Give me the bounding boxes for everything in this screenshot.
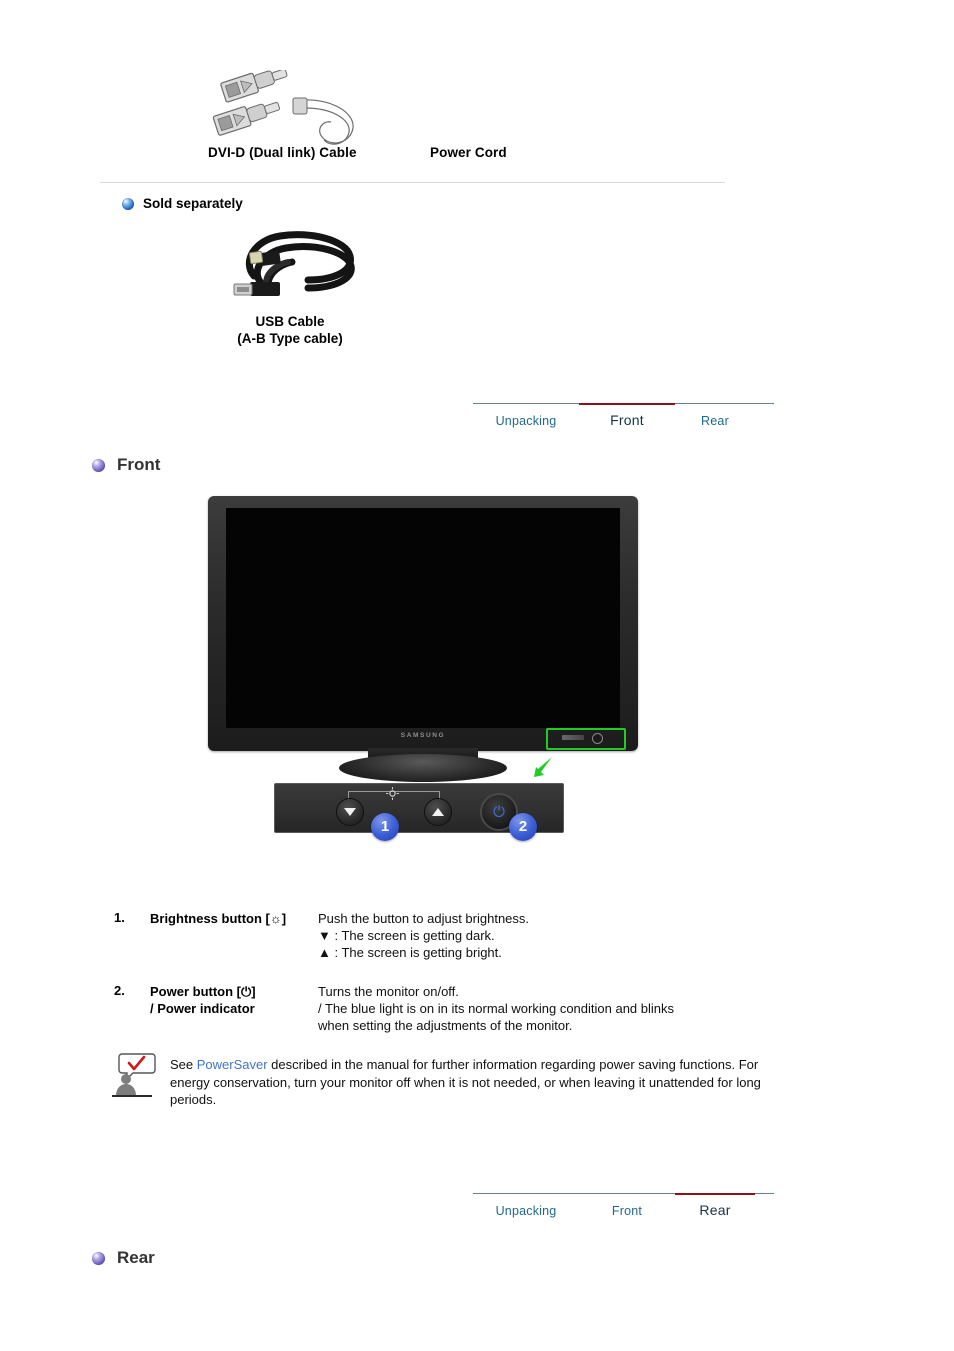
- tab-navigation-rear[interactable]: Unpacking Front Rear: [473, 1193, 774, 1231]
- definition-line: ▼ : The screen is getting dark.: [318, 928, 495, 943]
- monitor-screen: [226, 508, 620, 728]
- manual-page: DVI-D (Dual link) Cable Power Cord Sold …: [0, 0, 954, 1351]
- item-term-line1: Power button [⏻]: [150, 984, 256, 999]
- blue-sphere-bullet-icon: [122, 197, 134, 210]
- tab-active-bar: [473, 1193, 579, 1195]
- green-arrow-icon: [534, 757, 552, 777]
- note-person-checkmark-icon: [112, 1053, 156, 1097]
- item-definition: Push the button to adjust brightness. ▼ …: [318, 910, 794, 961]
- item-term-line2: / Power indicator: [150, 1001, 255, 1016]
- control-keys-icon: [562, 735, 584, 740]
- green-highlight-box-icon: [546, 728, 626, 750]
- usb-cable-icon: [233, 231, 355, 296]
- usb-cable-caption-line2: (A-B Type cable): [237, 330, 343, 346]
- item-number: 1.: [114, 910, 125, 925]
- callout-badge-2: 2: [509, 813, 537, 841]
- tab-front[interactable]: Front: [579, 1193, 675, 1231]
- monitor-bezel: SAMSUNG: [208, 496, 638, 751]
- note-text: See PowerSaver described in the manual f…: [170, 1052, 772, 1109]
- sold-separately-label: Sold separately: [143, 196, 243, 211]
- tab-rear-label: Rear: [699, 1202, 731, 1218]
- tab-rear[interactable]: Rear: [675, 403, 755, 441]
- front-section-heading: Front: [92, 455, 160, 475]
- description-item-power: 2. Power button [⏻] / Power indicator Tu…: [114, 983, 794, 1034]
- tab-navigation-front[interactable]: Unpacking Front Rear: [473, 403, 774, 441]
- purple-sphere-bullet-icon: [92, 1251, 105, 1265]
- tab-overflow[interactable]: [755, 1193, 774, 1231]
- front-controls-description: 1. Brightness button [☼] Push the button…: [114, 910, 794, 1048]
- tab-active-bar: [579, 1193, 675, 1195]
- tab-rear-label: Rear: [701, 414, 729, 428]
- definition-line: Push the button to adjust brightness.: [318, 911, 530, 926]
- section-divider: [100, 182, 725, 183]
- triangle-up-icon: [432, 808, 444, 816]
- item-term: Power button [⏻] / Power indicator: [150, 983, 318, 1034]
- tab-active-bar: [675, 403, 755, 405]
- accessory-captions: DVI-D (Dual link) Cable Power Cord: [100, 145, 730, 165]
- power-symbol-icon: ⏻: [493, 803, 505, 821]
- sold-separately-heading: Sold separately: [122, 196, 243, 211]
- rear-section-heading: Rear: [92, 1248, 155, 1268]
- tab-rear[interactable]: Rear: [675, 1193, 755, 1231]
- definition-line: Turns the monitor on/off.: [318, 984, 459, 999]
- tab-unpacking-label: Unpacking: [495, 1204, 557, 1218]
- definition-line: / The blue light is on in its normal wor…: [318, 1001, 675, 1016]
- item-term: Brightness button [☼]: [150, 911, 287, 926]
- rear-heading-label: Rear: [117, 1248, 155, 1267]
- usb-cable-caption-line1: USB Cable: [255, 314, 325, 329]
- dvi-cable-icon: [212, 70, 354, 145]
- brightness-sun-icon: [386, 787, 399, 800]
- monitor-front-illustration: SAMSUNG: [208, 496, 640, 786]
- brightness-up-button[interactable]: [425, 799, 451, 825]
- tab-active-bar: [473, 403, 579, 405]
- dvi-cable-label: DVI-D (Dual link) Cable: [208, 145, 357, 160]
- tab-unpacking[interactable]: Unpacking: [473, 1193, 579, 1231]
- front-heading-label: Front: [117, 455, 161, 474]
- triangle-down-icon: [344, 808, 356, 816]
- powersaver-note: See PowerSaver described in the manual f…: [112, 1052, 772, 1109]
- brightness-down-button[interactable]: [337, 799, 363, 825]
- tab-unpacking[interactable]: Unpacking: [473, 403, 579, 441]
- callout-badge-1: 1: [371, 813, 399, 841]
- tab-active-bar: [755, 1193, 774, 1195]
- tab-front[interactable]: Front: [579, 403, 675, 441]
- note-text-before: See: [170, 1057, 197, 1072]
- description-item-brightness: 1. Brightness button [☼] Push the button…: [114, 910, 794, 961]
- definition-line: when setting the adjustments of the moni…: [318, 1018, 573, 1033]
- tab-active-bar: [755, 403, 774, 405]
- tab-unpacking-label: Unpacking: [495, 414, 557, 428]
- purple-sphere-bullet-icon: [92, 458, 105, 472]
- tab-overflow[interactable]: [755, 403, 774, 441]
- power-cord-label: Power Cord: [430, 145, 507, 160]
- definition-line: ▲ : The screen is getting bright.: [318, 945, 502, 960]
- monitor-base: [339, 754, 507, 782]
- tab-active-bar: [675, 1193, 755, 1195]
- powersaver-link[interactable]: PowerSaver: [197, 1057, 268, 1072]
- item-number: 2.: [114, 983, 125, 998]
- tab-active-bar: [579, 403, 675, 405]
- tab-front-label: Front: [610, 412, 644, 428]
- power-button-icon: [592, 733, 603, 744]
- usb-cable-caption: USB Cable (A-B Type cable): [150, 314, 430, 347]
- tab-front-label: Front: [611, 1204, 643, 1218]
- item-definition: Turns the monitor on/off. / The blue lig…: [318, 983, 794, 1034]
